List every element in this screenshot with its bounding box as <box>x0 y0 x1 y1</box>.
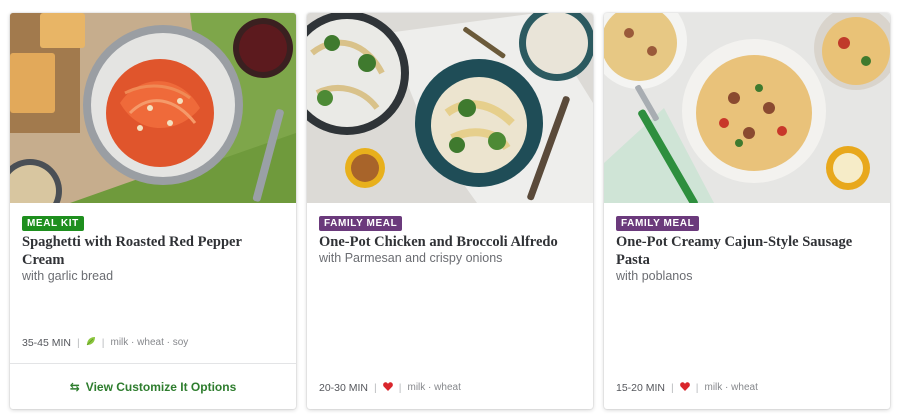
recipe-title[interactable]: Spaghetti with Roasted Red Pepper Cream <box>22 233 284 269</box>
recipe-subtitle: with garlic bread <box>22 269 114 283</box>
recipe-photo[interactable] <box>10 13 296 203</box>
meta-separator: | <box>398 382 402 394</box>
recipe-subtitle: with poblanos <box>616 269 693 283</box>
cook-time: 35-45 MIN <box>22 337 72 349</box>
meta-separator: | <box>77 337 80 349</box>
meta-separator: | <box>671 382 674 394</box>
meta-separator: | <box>695 382 699 394</box>
recipe-meta: 20-30 MIN | | milk · wheat <box>319 381 461 395</box>
allergen-list: milk · wheat <box>704 382 758 393</box>
recipe-title[interactable]: One-Pot Creamy Cajun-Style Sausage Pasta <box>616 233 878 269</box>
leaf-icon <box>86 336 96 350</box>
swap-arrows-icon: ⇆ <box>69 379 80 394</box>
recipe-card[interactable]: FAMILY MEAL One-Pot Chicken and Broccoli… <box>307 13 593 409</box>
spaghetti-dish-image <box>10 13 296 203</box>
recipe-photo[interactable] <box>604 13 890 203</box>
recipe-subtitle: with Parmesan and crispy onions <box>319 251 503 265</box>
recipe-meta: 35-45 MIN | | milk · wheat · soy <box>22 336 188 350</box>
allergen-list: milk · wheat <box>407 382 461 393</box>
alfredo-dish-image <box>307 13 593 203</box>
view-customize-options-label: View Customize It Options <box>85 379 237 394</box>
cook-time: 20-30 MIN <box>319 382 369 394</box>
allergen-list: milk · wheat · soy <box>110 337 189 348</box>
family-meal-badge: FAMILY MEAL <box>616 216 700 231</box>
view-customize-options-button[interactable]: ⇆ View Customize It Options <box>10 364 296 409</box>
cajun-sausage-pasta-image <box>604 13 890 203</box>
recipe-meta: 15-20 MIN | | milk · wheat <box>616 381 758 395</box>
recipe-card-row: MEAL KIT Spaghetti with Roasted Red Pepp… <box>0 0 898 414</box>
recipe-card[interactable]: MEAL KIT Spaghetti with Roasted Red Pepp… <box>10 13 296 409</box>
cook-time: 15-20 MIN <box>616 382 666 394</box>
meal-kit-badge: MEAL KIT <box>22 216 84 231</box>
recipe-card[interactable]: FAMILY MEAL One-Pot Creamy Cajun-Style S… <box>604 13 890 409</box>
heart-icon <box>382 381 393 395</box>
heart-icon <box>679 381 690 395</box>
meta-separator: | <box>374 382 377 394</box>
family-meal-badge: FAMILY MEAL <box>319 216 403 231</box>
recipe-title[interactable]: One-Pot Chicken and Broccoli Alfredo <box>319 233 581 251</box>
meta-separator: | <box>101 337 105 349</box>
recipe-photo[interactable] <box>307 13 593 203</box>
